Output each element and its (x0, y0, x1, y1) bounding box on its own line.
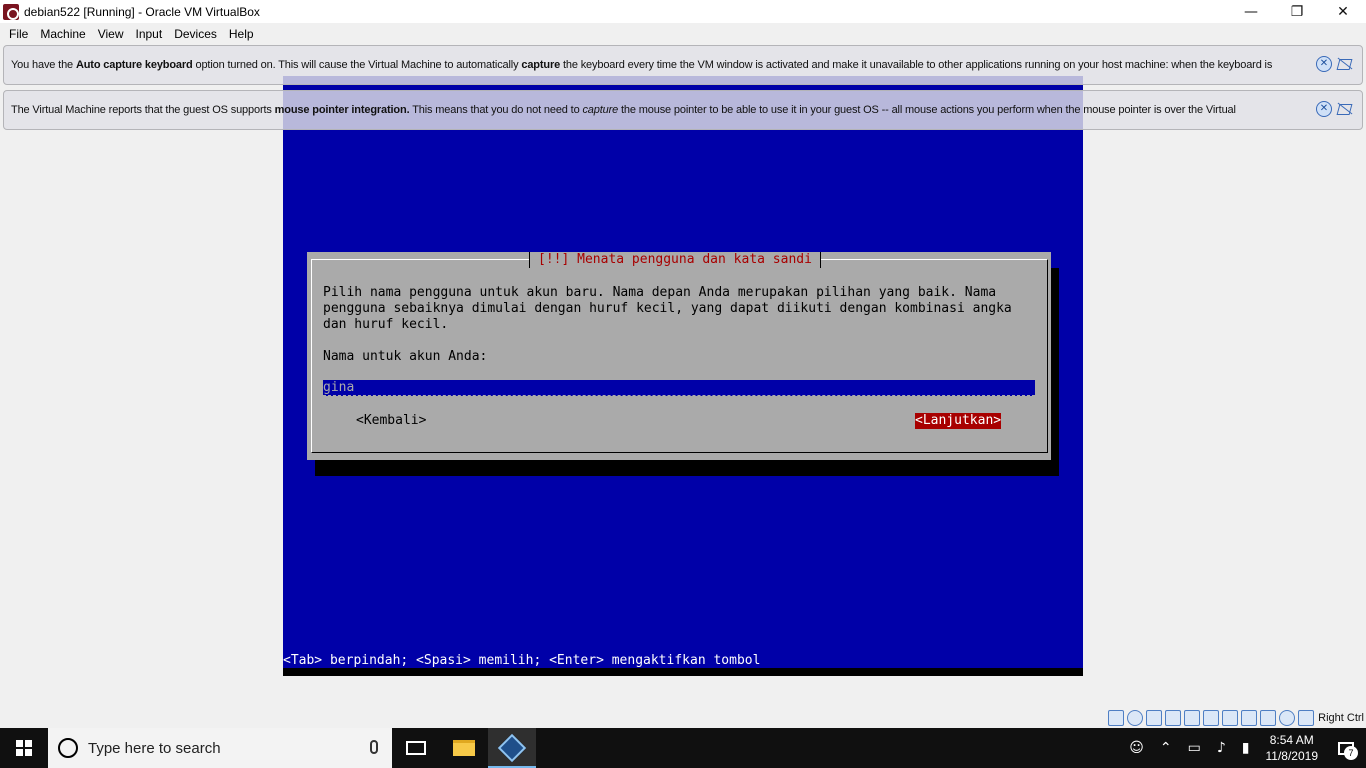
keyboard-capture-message: You have the Auto capture keyboard optio… (11, 59, 1311, 71)
banner-text-bold: mouse pointer integration. (274, 104, 410, 116)
notification-count: 7 (1344, 746, 1358, 760)
banner-actions: ✕ (1316, 56, 1353, 72)
banner-text-bold: Auto capture keyboard (75, 59, 193, 71)
taskbar-search[interactable]: Type here to search (48, 728, 392, 768)
display-icon[interactable] (1222, 710, 1239, 726)
usb-icon[interactable] (1184, 710, 1201, 726)
installer-help-line: <Tab> berpindah; <Spasi> memilih; <Enter… (283, 653, 761, 668)
banner-text-part: the mouse pointer to be able to use it i… (618, 104, 1236, 116)
banner-text-part: This means that you do not need to (409, 104, 583, 116)
close-banner-icon[interactable]: ✕ (1316, 101, 1332, 117)
network-icon[interactable] (1165, 710, 1182, 726)
window-controls: — ❐ ✕ (1228, 0, 1366, 23)
menu-file[interactable]: File (3, 27, 34, 41)
show-hidden-icons-icon[interactable]: ⌃ (1160, 740, 1172, 756)
banner-text-part: You have the (11, 59, 76, 71)
do-not-show-again-icon[interactable] (1336, 56, 1353, 72)
virtualization-icon[interactable] (1260, 710, 1277, 726)
people-icon[interactable]: ☺ (1129, 740, 1144, 756)
clock[interactable]: 8:54 AM 11/8/2019 (1266, 732, 1319, 764)
vm-bottom-edge (283, 668, 1083, 676)
mouse-integration-icon[interactable] (1279, 710, 1296, 726)
shared-folders-icon[interactable] (1203, 710, 1220, 726)
host-key-label: Right Ctrl (1318, 712, 1364, 724)
search-placeholder: Type here to search (88, 739, 221, 757)
mouse-integration-message: The Virtual Machine reports that the gue… (11, 104, 1311, 116)
maximize-button[interactable]: ❐ (1274, 0, 1320, 23)
task-view-icon (406, 741, 426, 755)
hard-disk-icon[interactable] (1108, 710, 1125, 726)
windows-logo-icon (16, 740, 32, 756)
start-button[interactable] (0, 728, 48, 768)
username-input[interactable] (323, 380, 1035, 396)
menu-view[interactable]: View (92, 27, 130, 41)
window-title: debian522 [Running] - Oracle VM VirtualB… (24, 4, 260, 19)
keyboard-capture-banner: You have the Auto capture keyboard optio… (3, 45, 1363, 85)
close-button[interactable]: ✕ (1320, 0, 1366, 23)
mouse-integration-banner: The Virtual Machine reports that the gue… (3, 90, 1363, 130)
input-underline (323, 395, 1035, 396)
do-not-show-again-icon[interactable] (1336, 101, 1353, 117)
vm-status-bar: Right Ctrl (0, 708, 1366, 728)
continue-button[interactable]: <Lanjutkan> (915, 413, 1002, 429)
network-tray-icon[interactable]: ▭ (1188, 740, 1201, 756)
dialog-title: [!!] Menata pengguna dan kata sandi (529, 252, 821, 268)
minimize-button[interactable]: — (1228, 0, 1274, 23)
virtualbox-icon (497, 733, 527, 763)
video-capture-icon[interactable] (1241, 710, 1258, 726)
keyboard-icon[interactable] (1298, 710, 1315, 726)
dialog-description: Pilih nama pengguna untuk akun baru. Nam… (323, 285, 1012, 332)
username-prompt: Nama untuk akun Anda: (323, 349, 488, 364)
file-explorer-button[interactable] (440, 728, 488, 768)
volume-icon[interactable]: ♪ (1217, 740, 1226, 756)
menu-machine[interactable]: Machine (34, 27, 91, 41)
optical-drive-icon[interactable] (1127, 710, 1144, 726)
menu-input[interactable]: Input (130, 27, 169, 41)
menu-bar: File Machine View Input Devices Help (0, 23, 1366, 44)
menu-devices[interactable]: Devices (168, 27, 223, 41)
banner-text-part: the keyboard every time the VM window is… (560, 59, 1273, 71)
banner-text-part: option turned on. This will cause the Vi… (192, 59, 522, 71)
title-bar: debian522 [Running] - Oracle VM VirtualB… (0, 0, 1366, 23)
microphone-icon[interactable] (370, 740, 378, 754)
back-button[interactable]: <Kembali> (356, 413, 426, 429)
battery-icon[interactable]: ▮ (1242, 740, 1250, 756)
task-view-button[interactable] (392, 728, 440, 768)
installer-dialog: [!!] Menata pengguna dan kata sandi Pili… (307, 252, 1051, 460)
banner-text-bold: capture (521, 59, 561, 71)
windows-taskbar: Type here to search ☺ ⌃ ▭ ♪ ▮ 8:54 AM 11… (0, 728, 1366, 768)
clock-time: 8:54 AM (1269, 733, 1314, 747)
virtualbox-taskbar-button[interactable] (488, 728, 536, 768)
banner-text-italic: capture (582, 104, 619, 116)
system-tray: ☺ ⌃ ▭ ♪ ▮ 8:54 AM 11/8/2019 7 (1121, 728, 1366, 768)
audio-icon[interactable] (1146, 710, 1163, 726)
banner-text-part: The Virtual Machine reports that the gue… (11, 104, 275, 116)
virtualbox-app-icon (3, 3, 19, 20)
close-banner-icon[interactable]: ✕ (1316, 56, 1332, 72)
menu-help[interactable]: Help (223, 27, 260, 41)
folder-icon (453, 740, 475, 756)
clock-date: 11/8/2019 (1265, 749, 1319, 763)
action-center-button[interactable]: 7 (1326, 728, 1366, 768)
cortana-icon (58, 738, 78, 758)
banner-actions: ✕ (1316, 101, 1353, 117)
screen: debian522 [Running] - Oracle VM VirtualB… (0, 0, 1366, 768)
